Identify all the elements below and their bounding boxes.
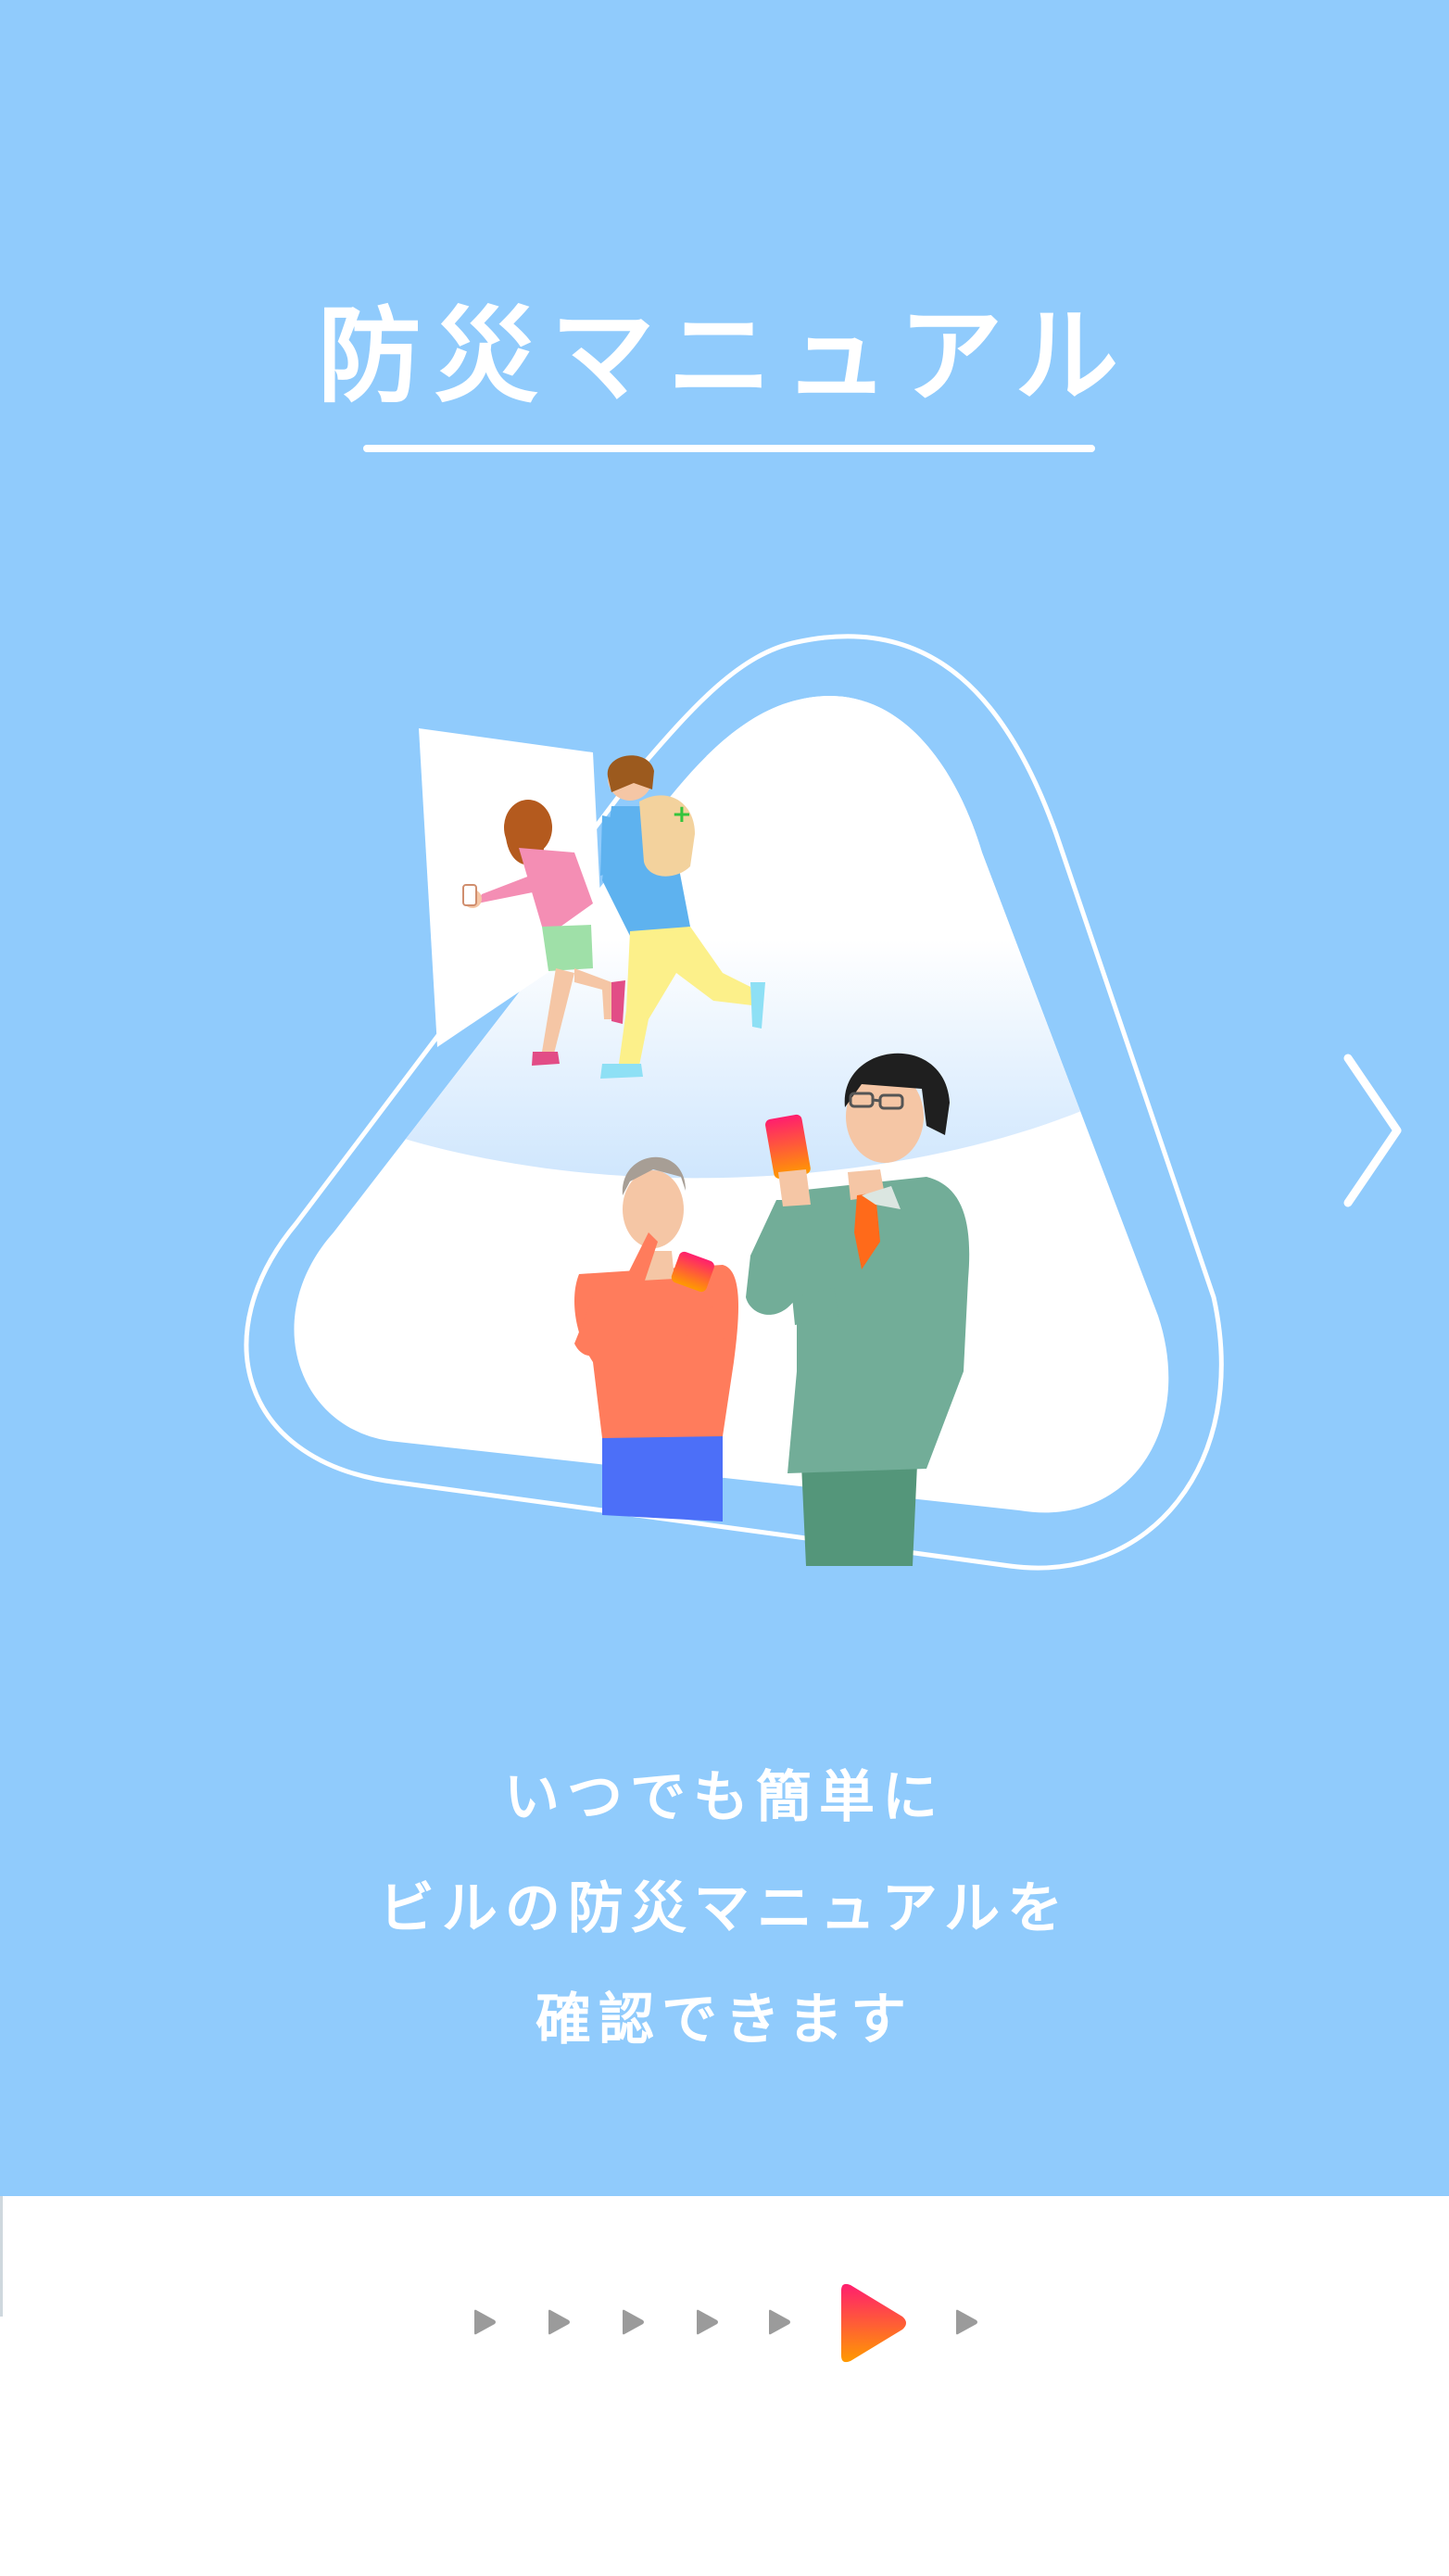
svg-text:+: + [672, 801, 692, 828]
description: いつでも簡単に ビルの防災マニュアルを 確認できます [0, 1742, 1449, 2076]
chevron-right-icon[interactable] [1334, 1047, 1408, 1214]
page-dot-4[interactable] [693, 2307, 721, 2337]
page-dot-3[interactable] [619, 2307, 647, 2337]
description-line-3: 確認できます [536, 1988, 914, 2052]
description-line-1: いつでも簡単に [504, 1765, 945, 1830]
description-line-2: ビルの防災マニュアルを [378, 1876, 1071, 1941]
evacuation-illustration: + [244, 634, 1224, 1571]
page-dot-1[interactable] [471, 2307, 498, 2337]
page-dot-2[interactable] [545, 2307, 573, 2337]
page-indicator [0, 2270, 1449, 2381]
page-dot-active[interactable] [834, 2279, 912, 2367]
page-dot-7[interactable] [952, 2307, 980, 2337]
page-dot-5[interactable] [765, 2307, 793, 2337]
